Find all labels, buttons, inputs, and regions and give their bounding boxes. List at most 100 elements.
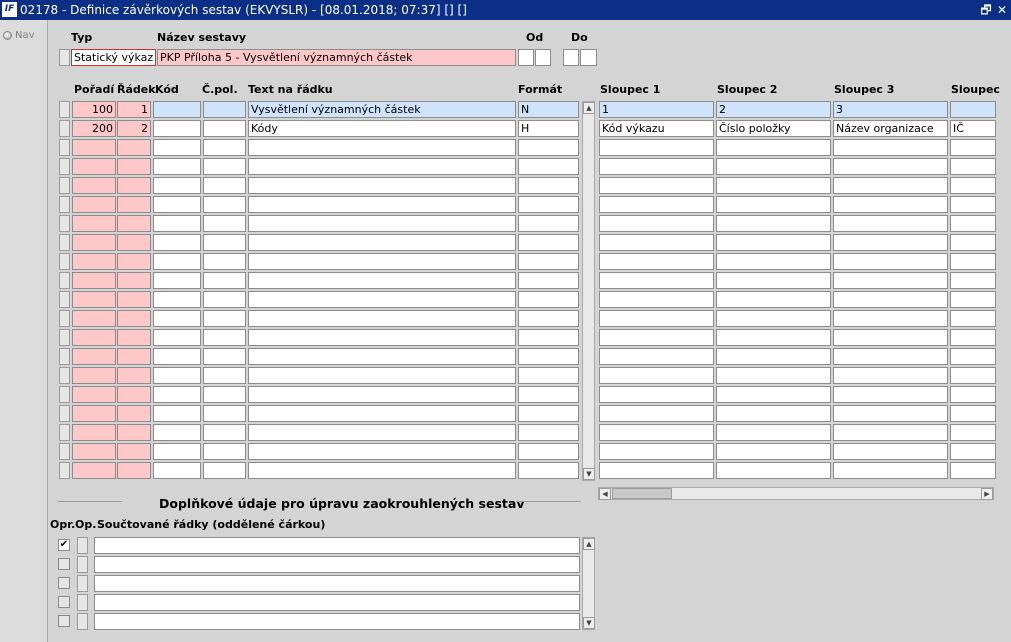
cell-s3[interactable] xyxy=(833,386,948,403)
cell-format[interactable] xyxy=(518,253,579,270)
cell-text[interactable] xyxy=(248,291,516,308)
row-selector[interactable] xyxy=(59,291,70,308)
row-selector[interactable] xyxy=(59,462,70,479)
cell-poradi[interactable]: 100 xyxy=(72,101,116,118)
cell-radek[interactable] xyxy=(117,443,151,460)
cell-s4[interactable]: IČ xyxy=(950,120,996,137)
cell-format[interactable] xyxy=(518,291,579,308)
cell-cpol[interactable] xyxy=(203,367,246,384)
cell-s1[interactable] xyxy=(599,405,714,422)
cell-cpol[interactable] xyxy=(203,177,246,194)
cell-radek[interactable] xyxy=(117,234,151,251)
cell-s2[interactable] xyxy=(716,329,831,346)
row-selector[interactable] xyxy=(59,310,70,327)
cell-s2[interactable] xyxy=(716,177,831,194)
cell-cpol[interactable] xyxy=(203,329,246,346)
row-selector[interactable] xyxy=(59,253,70,270)
cell-s2[interactable] xyxy=(716,196,831,213)
cell-s1[interactable] xyxy=(599,234,714,251)
cell-kod[interactable] xyxy=(153,348,201,365)
cell-kod[interactable] xyxy=(153,215,201,232)
opr-checkbox[interactable] xyxy=(58,615,70,627)
cell-s2[interactable] xyxy=(716,253,831,270)
cell-poradi[interactable]: 200 xyxy=(72,120,116,137)
cell-s2[interactable] xyxy=(716,139,831,156)
cell-kod[interactable] xyxy=(153,405,201,422)
soucet-radky-field[interactable] xyxy=(94,575,580,592)
cell-s1[interactable] xyxy=(599,196,714,213)
cell-text[interactable] xyxy=(248,158,516,175)
cell-format[interactable]: H xyxy=(518,120,579,137)
row-selector[interactable] xyxy=(59,405,70,422)
soucet-radky-field[interactable] xyxy=(94,613,580,630)
cell-kod[interactable] xyxy=(153,424,201,441)
cell-s4[interactable] xyxy=(950,234,996,251)
cell-s2[interactable] xyxy=(716,234,831,251)
cell-text[interactable] xyxy=(248,272,516,289)
cell-format[interactable] xyxy=(518,215,579,232)
soucet-radky-field[interactable] xyxy=(94,594,580,611)
cell-cpol[interactable] xyxy=(203,291,246,308)
cell-kod[interactable] xyxy=(153,177,201,194)
opr-checkbox[interactable]: ✔ xyxy=(58,539,70,551)
cell-s1[interactable] xyxy=(599,291,714,308)
op-selector[interactable] xyxy=(77,556,88,573)
grid-scroll-down-button[interactable]: ▼ xyxy=(583,468,595,480)
od-field-1[interactable] xyxy=(518,49,534,66)
soucet-radky-field[interactable] xyxy=(94,537,580,554)
cell-cpol[interactable] xyxy=(203,348,246,365)
cell-format[interactable] xyxy=(518,177,579,194)
cell-s4[interactable] xyxy=(950,272,996,289)
cell-s3[interactable] xyxy=(833,215,948,232)
cell-radek[interactable] xyxy=(117,139,151,156)
cell-radek[interactable] xyxy=(117,215,151,232)
cell-kod[interactable] xyxy=(153,196,201,213)
cell-radek[interactable] xyxy=(117,329,151,346)
opr-checkbox[interactable] xyxy=(58,558,70,570)
opr-checkbox[interactable] xyxy=(58,596,70,608)
cell-kod[interactable] xyxy=(153,272,201,289)
cell-format[interactable] xyxy=(518,234,579,251)
cell-format[interactable] xyxy=(518,386,579,403)
cell-cpol[interactable] xyxy=(203,139,246,156)
cell-kod[interactable] xyxy=(153,329,201,346)
do-field-2[interactable] xyxy=(580,49,597,66)
row-selector[interactable] xyxy=(59,139,70,156)
cell-poradi[interactable] xyxy=(72,139,116,156)
cell-text[interactable] xyxy=(248,139,516,156)
cell-s2[interactable] xyxy=(716,291,831,308)
cell-s1[interactable]: 1 xyxy=(599,101,714,118)
cell-s2[interactable] xyxy=(716,405,831,422)
cell-s1[interactable] xyxy=(599,348,714,365)
cell-s2[interactable] xyxy=(716,462,831,479)
cell-format[interactable]: N xyxy=(518,101,579,118)
cell-s2[interactable] xyxy=(716,424,831,441)
cell-text[interactable] xyxy=(248,367,516,384)
cell-format[interactable] xyxy=(518,329,579,346)
cell-s3[interactable] xyxy=(833,253,948,270)
cell-format[interactable] xyxy=(518,158,579,175)
cell-text[interactable] xyxy=(248,215,516,232)
row-selector[interactable] xyxy=(59,158,70,175)
cell-kod[interactable] xyxy=(153,234,201,251)
row-selector[interactable] xyxy=(59,348,70,365)
cell-s1[interactable] xyxy=(599,253,714,270)
cell-poradi[interactable] xyxy=(72,215,116,232)
cell-s4[interactable] xyxy=(950,462,996,479)
cell-s4[interactable] xyxy=(950,158,996,175)
cell-kod[interactable] xyxy=(153,310,201,327)
nav-radio-icon[interactable] xyxy=(3,31,12,40)
row-selector[interactable] xyxy=(59,215,70,232)
cell-s4[interactable] xyxy=(950,177,996,194)
cell-cpol[interactable] xyxy=(203,196,246,213)
op-selector[interactable] xyxy=(77,537,88,554)
cell-format[interactable] xyxy=(518,367,579,384)
cell-s3[interactable] xyxy=(833,424,948,441)
nazev-sestavy-field[interactable]: PKP Příloha 5 - Vysvětlení významných čá… xyxy=(157,49,516,66)
grid-vertical-scrollbar[interactable] xyxy=(582,101,595,481)
cell-s2[interactable] xyxy=(716,367,831,384)
cell-kod[interactable] xyxy=(153,291,201,308)
header-record-selector[interactable] xyxy=(59,49,70,66)
cell-s1[interactable] xyxy=(599,215,714,232)
cell-format[interactable] xyxy=(518,272,579,289)
